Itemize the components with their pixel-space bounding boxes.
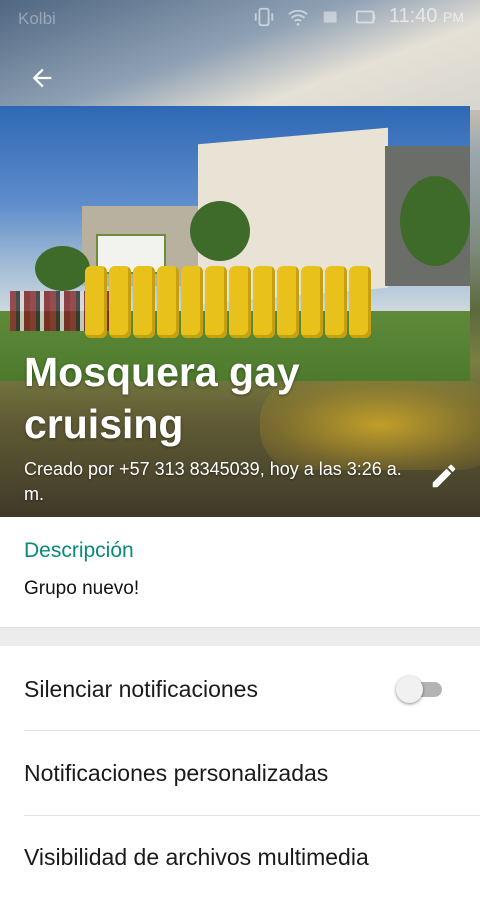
description-label: Descripción xyxy=(24,539,134,562)
notification-settings: Silenciar notificaciones Notificaciones … xyxy=(0,646,480,870)
back-button[interactable] xyxy=(20,58,64,98)
status-time: 11:40 PM xyxy=(388,5,464,27)
custom-notifications-label: Notificaciones personalizadas xyxy=(24,760,329,786)
battery-icon xyxy=(355,10,376,23)
media-visibility-row[interactable]: Visibilidad de archivos multimedia xyxy=(0,816,480,900)
carrier-name: Kolbi xyxy=(18,9,56,28)
group-cover-photo[interactable] xyxy=(0,106,470,381)
status-bar: Kolbi 11:40 PM xyxy=(0,0,480,36)
mute-notifications-row[interactable]: Silenciar notificaciones xyxy=(0,646,480,730)
custom-notifications-row[interactable]: Notificaciones personalizadas xyxy=(0,731,480,815)
group-header: Kolbi 11:40 PM Mosquera gay cruising Cre… xyxy=(0,0,480,517)
signal-icon xyxy=(323,11,337,22)
mute-notifications-toggle[interactable] xyxy=(396,675,448,703)
section-gap xyxy=(0,628,480,646)
cover-sign-letters xyxy=(85,266,371,346)
pencil-icon xyxy=(432,464,456,488)
group-title: Mosquera gay cruising xyxy=(24,349,300,447)
edit-group-name-button[interactable] xyxy=(424,456,464,496)
description-text: Grupo nuevo! xyxy=(24,578,140,599)
mute-notifications-label: Silenciar notificaciones xyxy=(24,676,258,702)
arrow-back-icon xyxy=(32,68,52,88)
vibrate-icon xyxy=(254,7,274,26)
wifi-icon xyxy=(288,9,308,26)
description-section[interactable]: Descripción Grupo nuevo! xyxy=(0,517,480,628)
group-created-info: Creado por +57 313 8345039, hoy a las 3:… xyxy=(24,459,402,504)
media-visibility-label: Visibilidad de archivos multimedia xyxy=(24,844,369,870)
